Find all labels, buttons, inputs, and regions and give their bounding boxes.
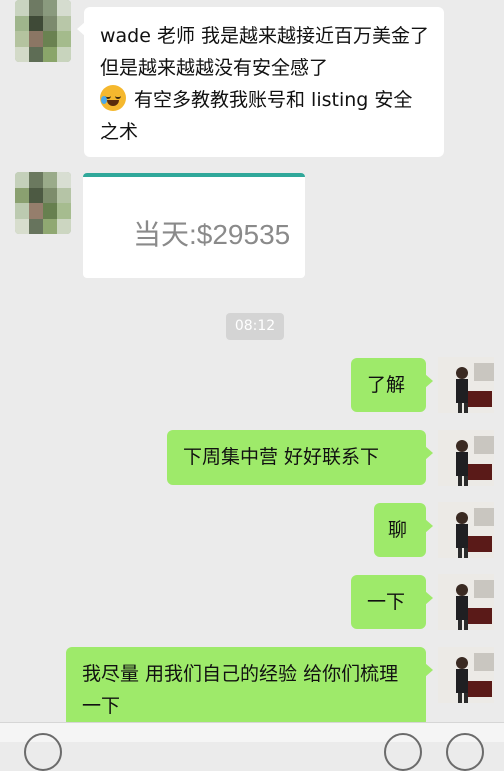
presenter-avatar [438, 502, 494, 558]
image-message[interactable]: 当天:$29535 [83, 173, 305, 278]
outgoing-message-bubble[interactable]: 下周集中营 好好联系下 [167, 430, 433, 485]
my-avatar[interactable] [438, 647, 494, 703]
message-text: wade 老师 我是越来越接近百万美金了 但是越来越越没有安全感了 [100, 25, 430, 79]
message-text: 下周集中营 好好联系下 [183, 446, 380, 468]
image-amount-text: 当天:$29535 [133, 219, 291, 250]
outgoing-message-bubble[interactable]: 一下 [351, 575, 433, 629]
outgoing-message-bubble[interactable]: 我尽量 用我们自己的经验 给你们梳理一下 [66, 647, 433, 727]
outgoing-message-bubble[interactable]: 聊 [374, 503, 433, 557]
timestamp-badge: 08:12 [226, 313, 284, 340]
my-avatar[interactable] [438, 430, 494, 486]
message-text: 聊 [388, 519, 408, 541]
image-top-bar [83, 173, 305, 177]
my-avatar[interactable] [438, 574, 494, 630]
message-text-continued: 有空多教教我账号和 listing 安全之术 [100, 89, 413, 143]
emoji-button-icon[interactable] [384, 733, 422, 771]
sender-avatar[interactable] [15, 172, 71, 234]
message-text: 我尽量 用我们自己的经验 给你们梳理一下 [82, 663, 399, 717]
my-avatar[interactable] [438, 502, 494, 558]
more-button-icon[interactable] [446, 733, 484, 771]
message-text: 了解 [367, 374, 406, 396]
outgoing-message-bubble[interactable]: 了解 [351, 358, 433, 412]
sender-avatar[interactable] [15, 0, 71, 62]
presenter-avatar [438, 357, 494, 413]
my-avatar[interactable] [438, 357, 494, 413]
crying-laughing-emoji-icon [100, 85, 126, 111]
presenter-avatar [438, 647, 494, 703]
incoming-message-bubble[interactable]: wade 老师 我是越来越接近百万美金了 但是越来越越没有安全感了 有空多教教我… [77, 7, 444, 157]
voice-button-icon[interactable] [24, 733, 62, 771]
presenter-avatar [438, 430, 494, 486]
input-bar [0, 722, 504, 771]
message-text: 一下 [367, 591, 406, 613]
presenter-avatar [438, 574, 494, 630]
